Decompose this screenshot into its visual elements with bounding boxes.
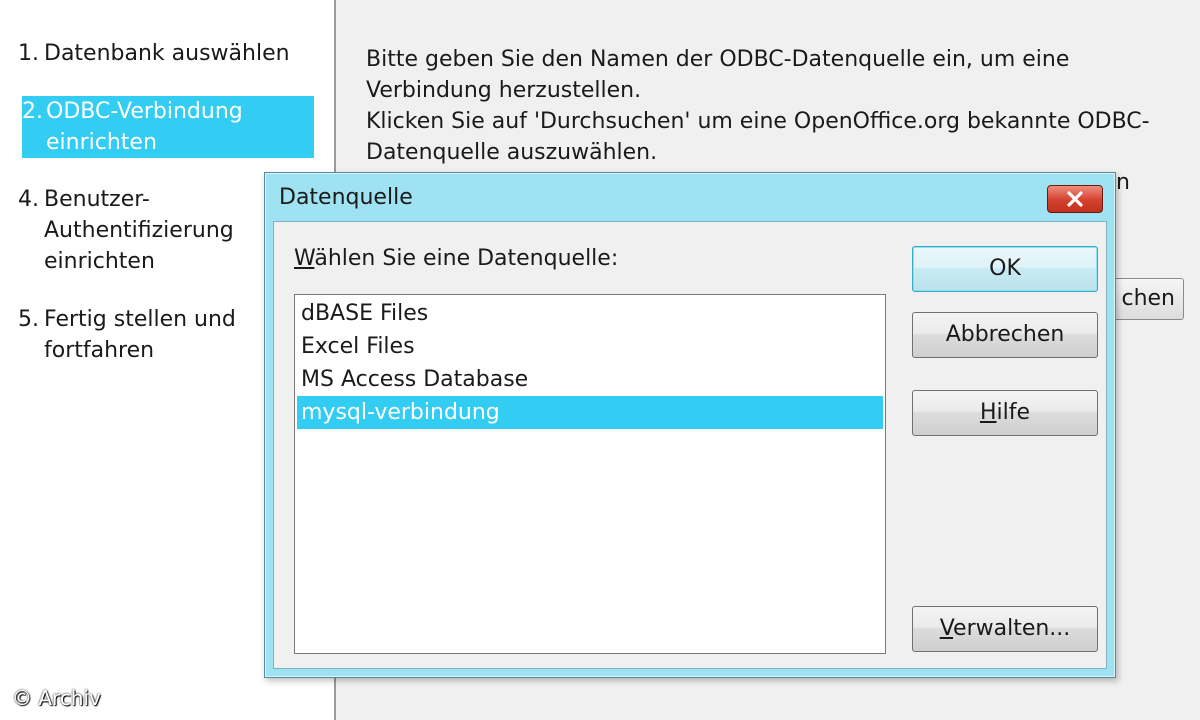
mnemonic-letter: H [979,400,997,425]
close-icon [1067,191,1083,207]
list-item[interactable]: dBASE Files [297,297,883,330]
watermark: © Archiv [12,686,101,710]
mnemonic-letter: V [939,616,954,641]
partial-background-text: n [1116,170,1130,195]
dialog-body: Wählen Sie eine Datenquelle: dBASE Files… [273,221,1107,669]
step-label: Fertig stellen und fortfahren [44,307,236,363]
close-button[interactable] [1047,185,1103,213]
step-item-select-database[interactable]: 1. Datenbank auswählen [18,38,318,69]
step-number: 5. [18,307,39,332]
dialog-title: Datenquelle [279,185,413,210]
datasource-listbox[interactable]: dBASE Files Excel Files MS Access Databa… [294,294,886,654]
step-number: 4. [18,187,39,212]
button-label: ilfe [996,400,1031,425]
manage-button[interactable]: Verwalten... [912,606,1098,652]
datasource-dialog: Datenquelle Wählen Sie eine Datenquelle:… [264,172,1116,678]
instructions-text: Bitte geben Sie den Namen der ODBC-Daten… [366,47,1150,165]
step-number: 1. [18,41,39,66]
screen: 1. Datenbank auswählen 2. ODBC-Verbindun… [0,0,1200,720]
step-label: ODBC-Verbindung einrichten [46,99,243,155]
help-button[interactable]: Hilfe [912,390,1098,436]
step-number: 2. [22,99,43,124]
button-label: erwalten... [953,616,1071,641]
ok-button[interactable]: OK [912,246,1098,292]
list-item[interactable]: Excel Files [297,330,883,363]
list-item[interactable]: MS Access Database [297,363,883,396]
datasource-list-label: Wählen Sie eine Datenquelle: [294,246,618,271]
cancel-button[interactable]: Abbrechen [912,312,1098,358]
mnemonic-letter: W [294,246,315,271]
step-label: Benutzer- Authentifizierung einrichten [44,187,234,274]
step-label: Datenbank auswählen [44,41,290,66]
list-item-selected[interactable]: mysql-verbindung [297,396,883,429]
step-item-odbc-connection[interactable]: 2. ODBC-Verbindung einrichten [22,96,314,158]
label-text: ählen Sie eine Datenquelle: [314,246,619,271]
dialog-titlebar[interactable]: Datenquelle [265,173,1115,223]
